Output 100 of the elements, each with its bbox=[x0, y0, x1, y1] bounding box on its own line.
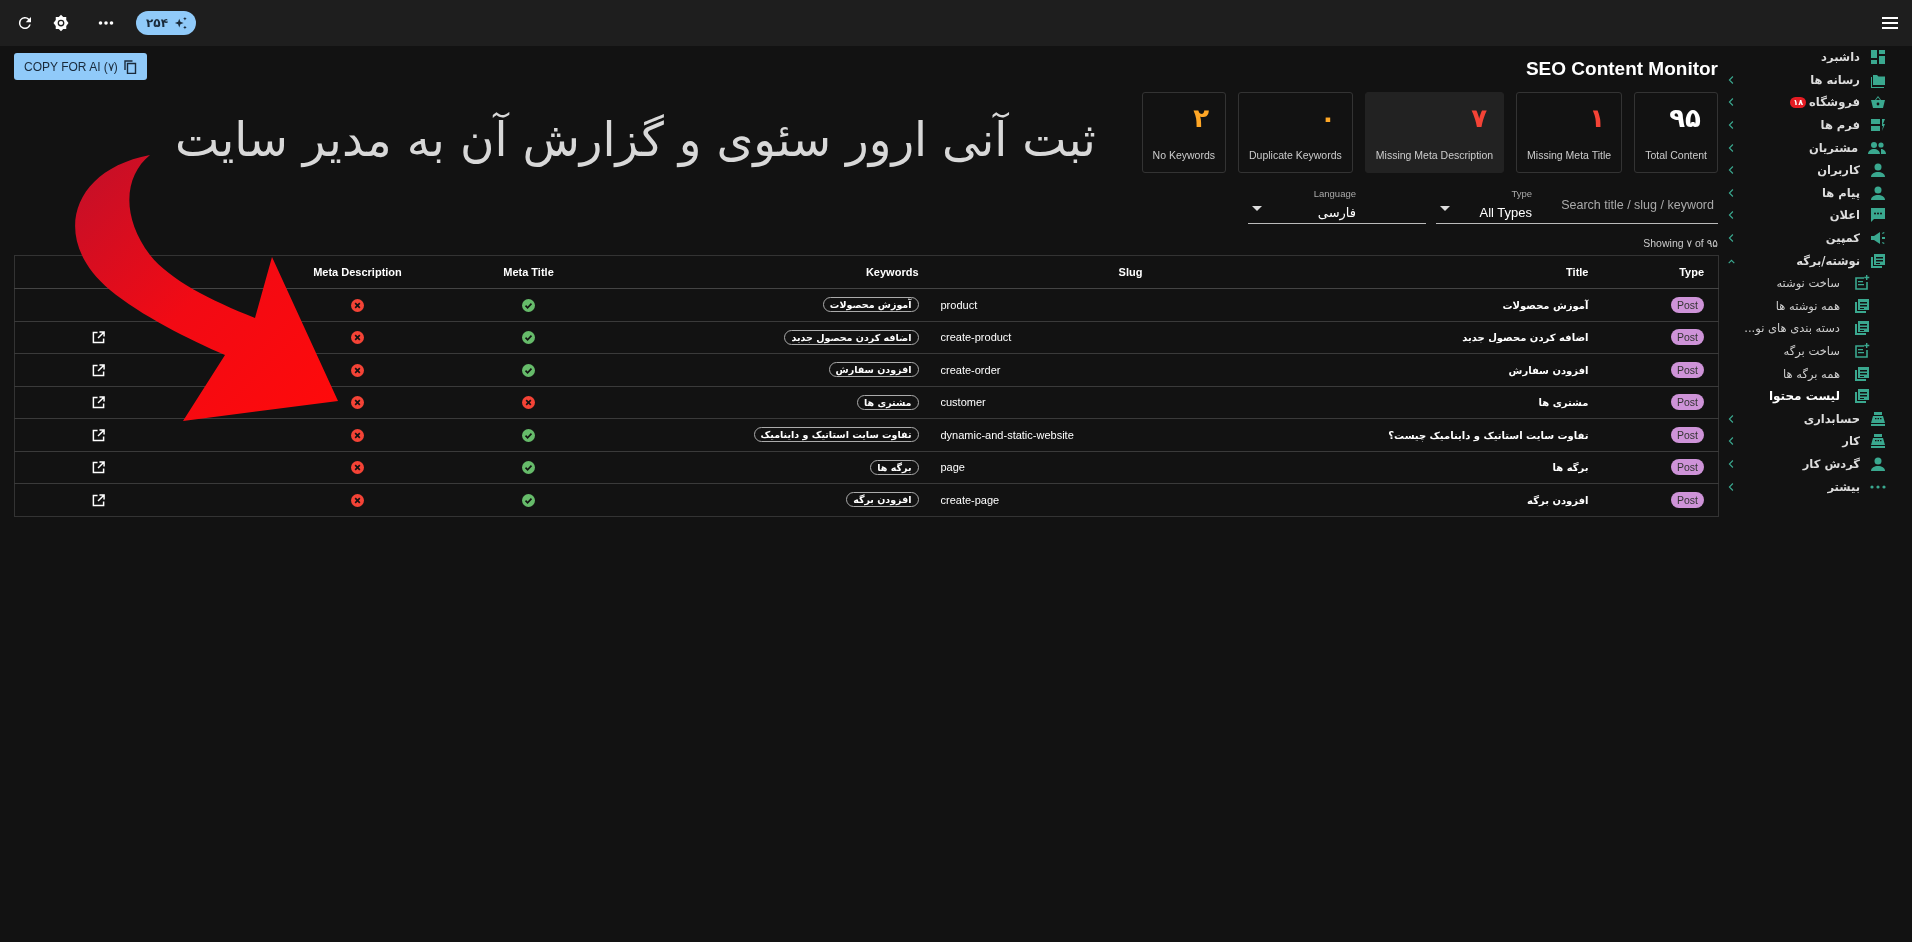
chevron-left-icon[interactable] bbox=[1728, 459, 1735, 469]
sidebar-item[interactable]: مشتریان bbox=[1728, 136, 1886, 159]
slug-text: create-product bbox=[940, 331, 1012, 344]
person-icon bbox=[1870, 184, 1886, 201]
document-icon bbox=[1854, 388, 1870, 405]
chevron-left-icon[interactable] bbox=[1728, 436, 1735, 447]
type-select[interactable]: Type All Types bbox=[1436, 190, 1532, 224]
document-icon bbox=[1870, 252, 1886, 269]
basket-icon bbox=[1870, 94, 1886, 111]
type-badge: Post bbox=[1671, 491, 1704, 508]
sidebar-subitem[interactable]: دسته بندی های نو... bbox=[1728, 317, 1886, 340]
stat-value: ۲ bbox=[1193, 103, 1209, 135]
sidebar-item[interactable]: نوشته/برگه bbox=[1728, 249, 1886, 272]
slug-text: dynamic-and-static-website bbox=[940, 428, 1074, 441]
sidebar-item[interactable]: کار bbox=[1728, 430, 1886, 453]
sidebar-item[interactable]: بیشتر bbox=[1728, 475, 1886, 498]
sidebar-subitem[interactable]: ساخت برگه bbox=[1728, 339, 1886, 363]
search-field[interactable]: Search title / slug / keyword bbox=[1532, 198, 1718, 214]
refresh-button[interactable] bbox=[16, 14, 34, 32]
slug-text: product bbox=[940, 298, 978, 311]
chevron-left-icon[interactable] bbox=[1728, 187, 1735, 198]
column-header: Slug bbox=[1118, 266, 1143, 278]
copy-for-ai-button[interactable]: COPY FOR AI (۷) bbox=[14, 53, 147, 80]
results-count: Showing ۷ of ۹۵ bbox=[1642, 237, 1718, 249]
sidebar-item[interactable]: حسابداری bbox=[1728, 407, 1886, 431]
type-badge: Post bbox=[1671, 459, 1704, 476]
more-button[interactable] bbox=[98, 20, 114, 26]
slug-text: customer bbox=[940, 396, 986, 409]
title-text: برگه ها bbox=[1552, 462, 1589, 474]
sidebar-item[interactable]: داشبرد bbox=[1728, 46, 1886, 69]
open-link-icon[interactable] bbox=[92, 363, 105, 377]
sidebar-subitem[interactable]: همه نوشته ها bbox=[1728, 294, 1886, 318]
chevron-left-icon[interactable] bbox=[1728, 142, 1735, 153]
caret-icon bbox=[1252, 206, 1262, 211]
settings-button[interactable] bbox=[52, 14, 70, 32]
cash-register-icon bbox=[1870, 410, 1886, 427]
stat-label: Total Content bbox=[1645, 149, 1707, 161]
page-title: SEO Content Monitor bbox=[1525, 58, 1718, 80]
title-text: افزودن برگه bbox=[1527, 494, 1589, 506]
chevron-left-icon[interactable] bbox=[1728, 120, 1735, 131]
sidebar-subitem[interactable]: ساخت نوشته bbox=[1728, 271, 1886, 295]
annotation-text: ثبت آنی ارور سئوی و گزارش آن به مدیر سایت bbox=[175, 112, 1096, 167]
stat-label: Missing Meta Description bbox=[1375, 149, 1494, 161]
open-link-icon[interactable] bbox=[92, 428, 105, 442]
chevron-left-icon[interactable] bbox=[1728, 210, 1735, 221]
count-badge: ۱۸ bbox=[1790, 97, 1807, 108]
form-icon bbox=[1870, 117, 1886, 134]
sparkle-icon bbox=[174, 16, 188, 30]
chevron-left-icon[interactable] bbox=[1728, 74, 1735, 85]
sidebar-item[interactable]: اعلان bbox=[1728, 204, 1886, 227]
credits-chip[interactable]: ۲۵۴ bbox=[136, 11, 196, 35]
title-text: مشتری ها bbox=[1538, 397, 1589, 409]
chevron-left-icon[interactable] bbox=[1728, 165, 1735, 176]
title-text: تفاوت سایت استاتیک و داینامیک چیست؟ bbox=[1388, 429, 1589, 441]
open-link-icon[interactable] bbox=[92, 331, 105, 345]
more-icon bbox=[1870, 484, 1886, 489]
chevron-left-icon[interactable] bbox=[1728, 413, 1735, 424]
type-badge: Post bbox=[1671, 296, 1704, 313]
stat-value: ۰ bbox=[1319, 103, 1336, 135]
sidebar-item[interactable]: رسانه ها bbox=[1728, 68, 1886, 92]
stat-label: Missing Meta Title bbox=[1527, 149, 1612, 161]
stat-value: ۱ bbox=[1589, 103, 1606, 135]
chat-icon bbox=[1870, 207, 1886, 224]
person-icon bbox=[1870, 456, 1886, 472]
title-text: اضافه کردن محصول جدید bbox=[1462, 332, 1589, 344]
document-icon bbox=[1854, 297, 1870, 314]
open-link-icon[interactable] bbox=[92, 396, 105, 410]
document-icon bbox=[1854, 320, 1870, 337]
sidebar-item[interactable]: کاربران bbox=[1728, 158, 1886, 182]
cash-register-icon bbox=[1870, 433, 1886, 450]
document-add-icon bbox=[1854, 343, 1870, 359]
title-text: افزودن سفارش bbox=[1508, 364, 1589, 376]
sidebar-subitem[interactable]: لیست محتوا bbox=[1728, 384, 1886, 408]
column-header: Meta Description bbox=[313, 266, 402, 278]
chevron-left-icon[interactable] bbox=[1728, 481, 1735, 492]
title-text: آموزش محصولات bbox=[1502, 299, 1589, 311]
sidebar-item[interactable]: پیام ها bbox=[1728, 181, 1886, 205]
sidebar-subitem[interactable]: همه برگه ها bbox=[1728, 362, 1886, 385]
slug-text: create-page bbox=[940, 493, 1000, 506]
menu-button[interactable] bbox=[1882, 17, 1898, 29]
open-link-icon[interactable] bbox=[92, 493, 105, 507]
column-header: Type bbox=[1679, 266, 1704, 278]
column-header: Title bbox=[1566, 266, 1589, 278]
sidebar-item[interactable]: فرم ها bbox=[1728, 113, 1886, 137]
column-header: Keywords bbox=[865, 266, 919, 278]
sidebar-item[interactable]: کمپین bbox=[1728, 226, 1886, 250]
type-badge: Post bbox=[1671, 426, 1704, 443]
open-link-icon[interactable] bbox=[92, 461, 105, 475]
stat-value: ۹۵ bbox=[1669, 103, 1701, 135]
people-icon bbox=[1868, 139, 1886, 156]
chevron-left-icon[interactable] bbox=[1728, 233, 1735, 244]
sidebar-item[interactable]: ۱۸ فروشگاه bbox=[1728, 91, 1886, 114]
stat-label: Duplicate Keywords bbox=[1249, 149, 1342, 161]
slug-text: page bbox=[940, 461, 965, 474]
chevron-left-icon[interactable] bbox=[1728, 97, 1735, 108]
sidebar-item[interactable]: گردش کار bbox=[1728, 452, 1886, 476]
type-badge: Post bbox=[1671, 329, 1704, 346]
person-icon bbox=[1870, 162, 1886, 179]
type-badge: Post bbox=[1671, 361, 1704, 378]
type-badge: Post bbox=[1671, 394, 1704, 411]
